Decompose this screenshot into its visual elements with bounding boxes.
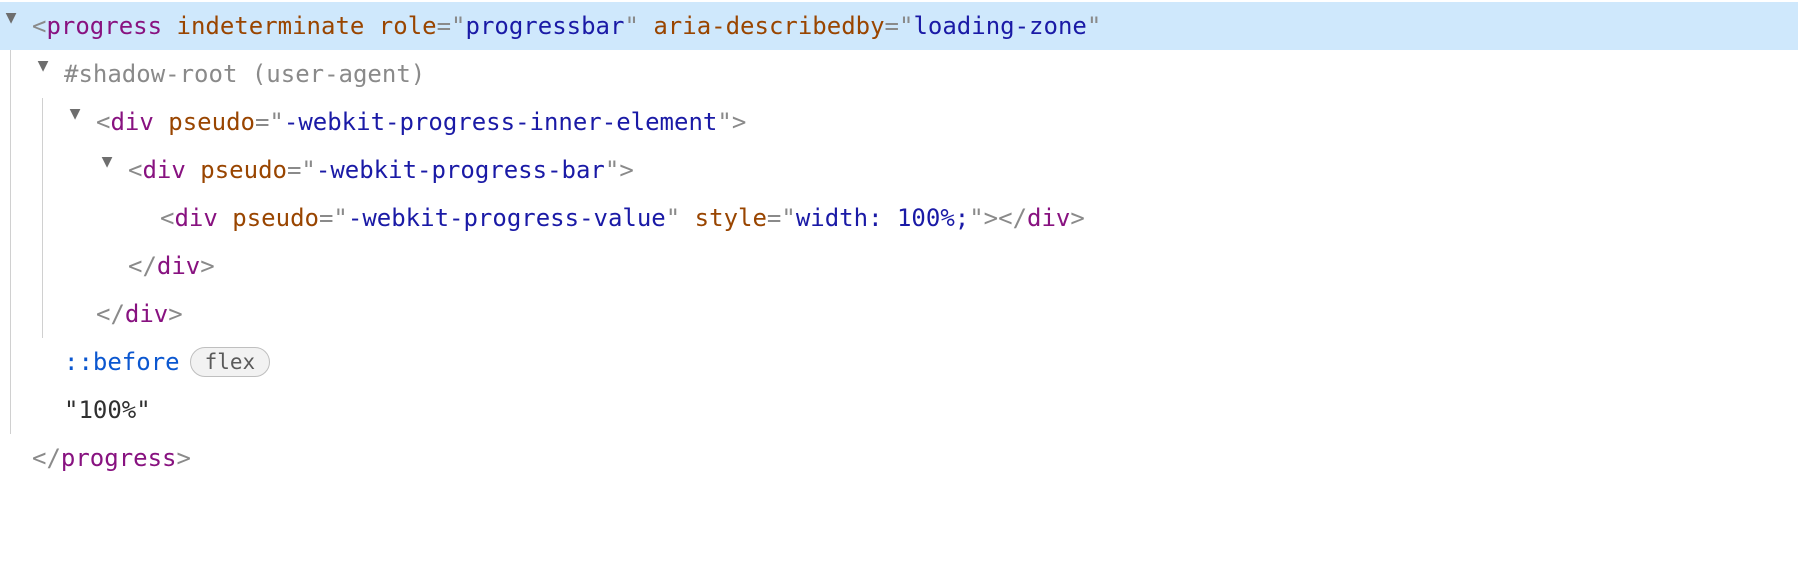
- attr-name: indeterminate: [177, 12, 365, 40]
- attr-name: pseudo: [200, 156, 287, 184]
- attr-name: role: [379, 12, 437, 40]
- dom-node-progress[interactable]: ▼ <progress indeterminate role="progress…: [0, 2, 1798, 50]
- display-flex-badge[interactable]: flex: [190, 347, 271, 377]
- expand-arrow-icon[interactable]: ▼: [32, 55, 54, 76]
- attr-name: aria-describedby: [653, 12, 884, 40]
- dom-tree: ▼ <progress indeterminate role="progress…: [0, 0, 1798, 484]
- text-node-content: "100%": [64, 396, 151, 424]
- attr-name: pseudo: [168, 108, 255, 136]
- tag-name: div: [110, 108, 153, 136]
- tag-name: progress: [46, 12, 162, 40]
- dom-node-close-div[interactable]: </div>: [0, 290, 1798, 338]
- close-tag: div: [125, 300, 168, 328]
- close-tag: div: [157, 252, 200, 280]
- attr-value: width: 100%;: [796, 204, 969, 232]
- attr-value: -webkit-progress-value: [348, 204, 666, 232]
- dom-text-node[interactable]: "100%": [0, 386, 1798, 434]
- tag-name: div: [174, 204, 217, 232]
- shadow-root-label: #shadow-root (user-agent): [64, 60, 425, 88]
- attr-value: -webkit-progress-bar: [316, 156, 605, 184]
- close-tag: progress: [61, 444, 177, 472]
- expand-arrow-icon[interactable]: ▼: [0, 7, 22, 28]
- attr-value: loading-zone: [913, 12, 1086, 40]
- shadow-root-node[interactable]: ▼ #shadow-root (user-agent): [0, 50, 1798, 98]
- expand-arrow-icon[interactable]: ▼: [96, 151, 118, 172]
- tag-name: div: [142, 156, 185, 184]
- dom-node-inner-element[interactable]: ▼ <div pseudo="-webkit-progress-inner-el…: [0, 98, 1798, 146]
- dom-node-progress-bar[interactable]: ▼ <div pseudo="-webkit-progress-bar">: [0, 146, 1798, 194]
- attr-value: -webkit-progress-inner-element: [284, 108, 717, 136]
- expand-arrow-icon[interactable]: ▼: [64, 103, 86, 124]
- close-tag: div: [1027, 204, 1070, 232]
- dom-node-close-progress[interactable]: </progress>: [0, 434, 1798, 482]
- dom-node-progress-value[interactable]: ▼ <div pseudo="-webkit-progress-value" s…: [0, 194, 1798, 242]
- attr-name: pseudo: [232, 204, 319, 232]
- attr-name: style: [695, 204, 767, 232]
- attr-value: progressbar: [466, 12, 625, 40]
- dom-pseudo-before[interactable]: ::before flex: [0, 338, 1798, 386]
- angle-bracket: <: [32, 12, 46, 40]
- pseudo-element-label: ::before: [64, 348, 180, 376]
- dom-node-close-div[interactable]: </div>: [0, 242, 1798, 290]
